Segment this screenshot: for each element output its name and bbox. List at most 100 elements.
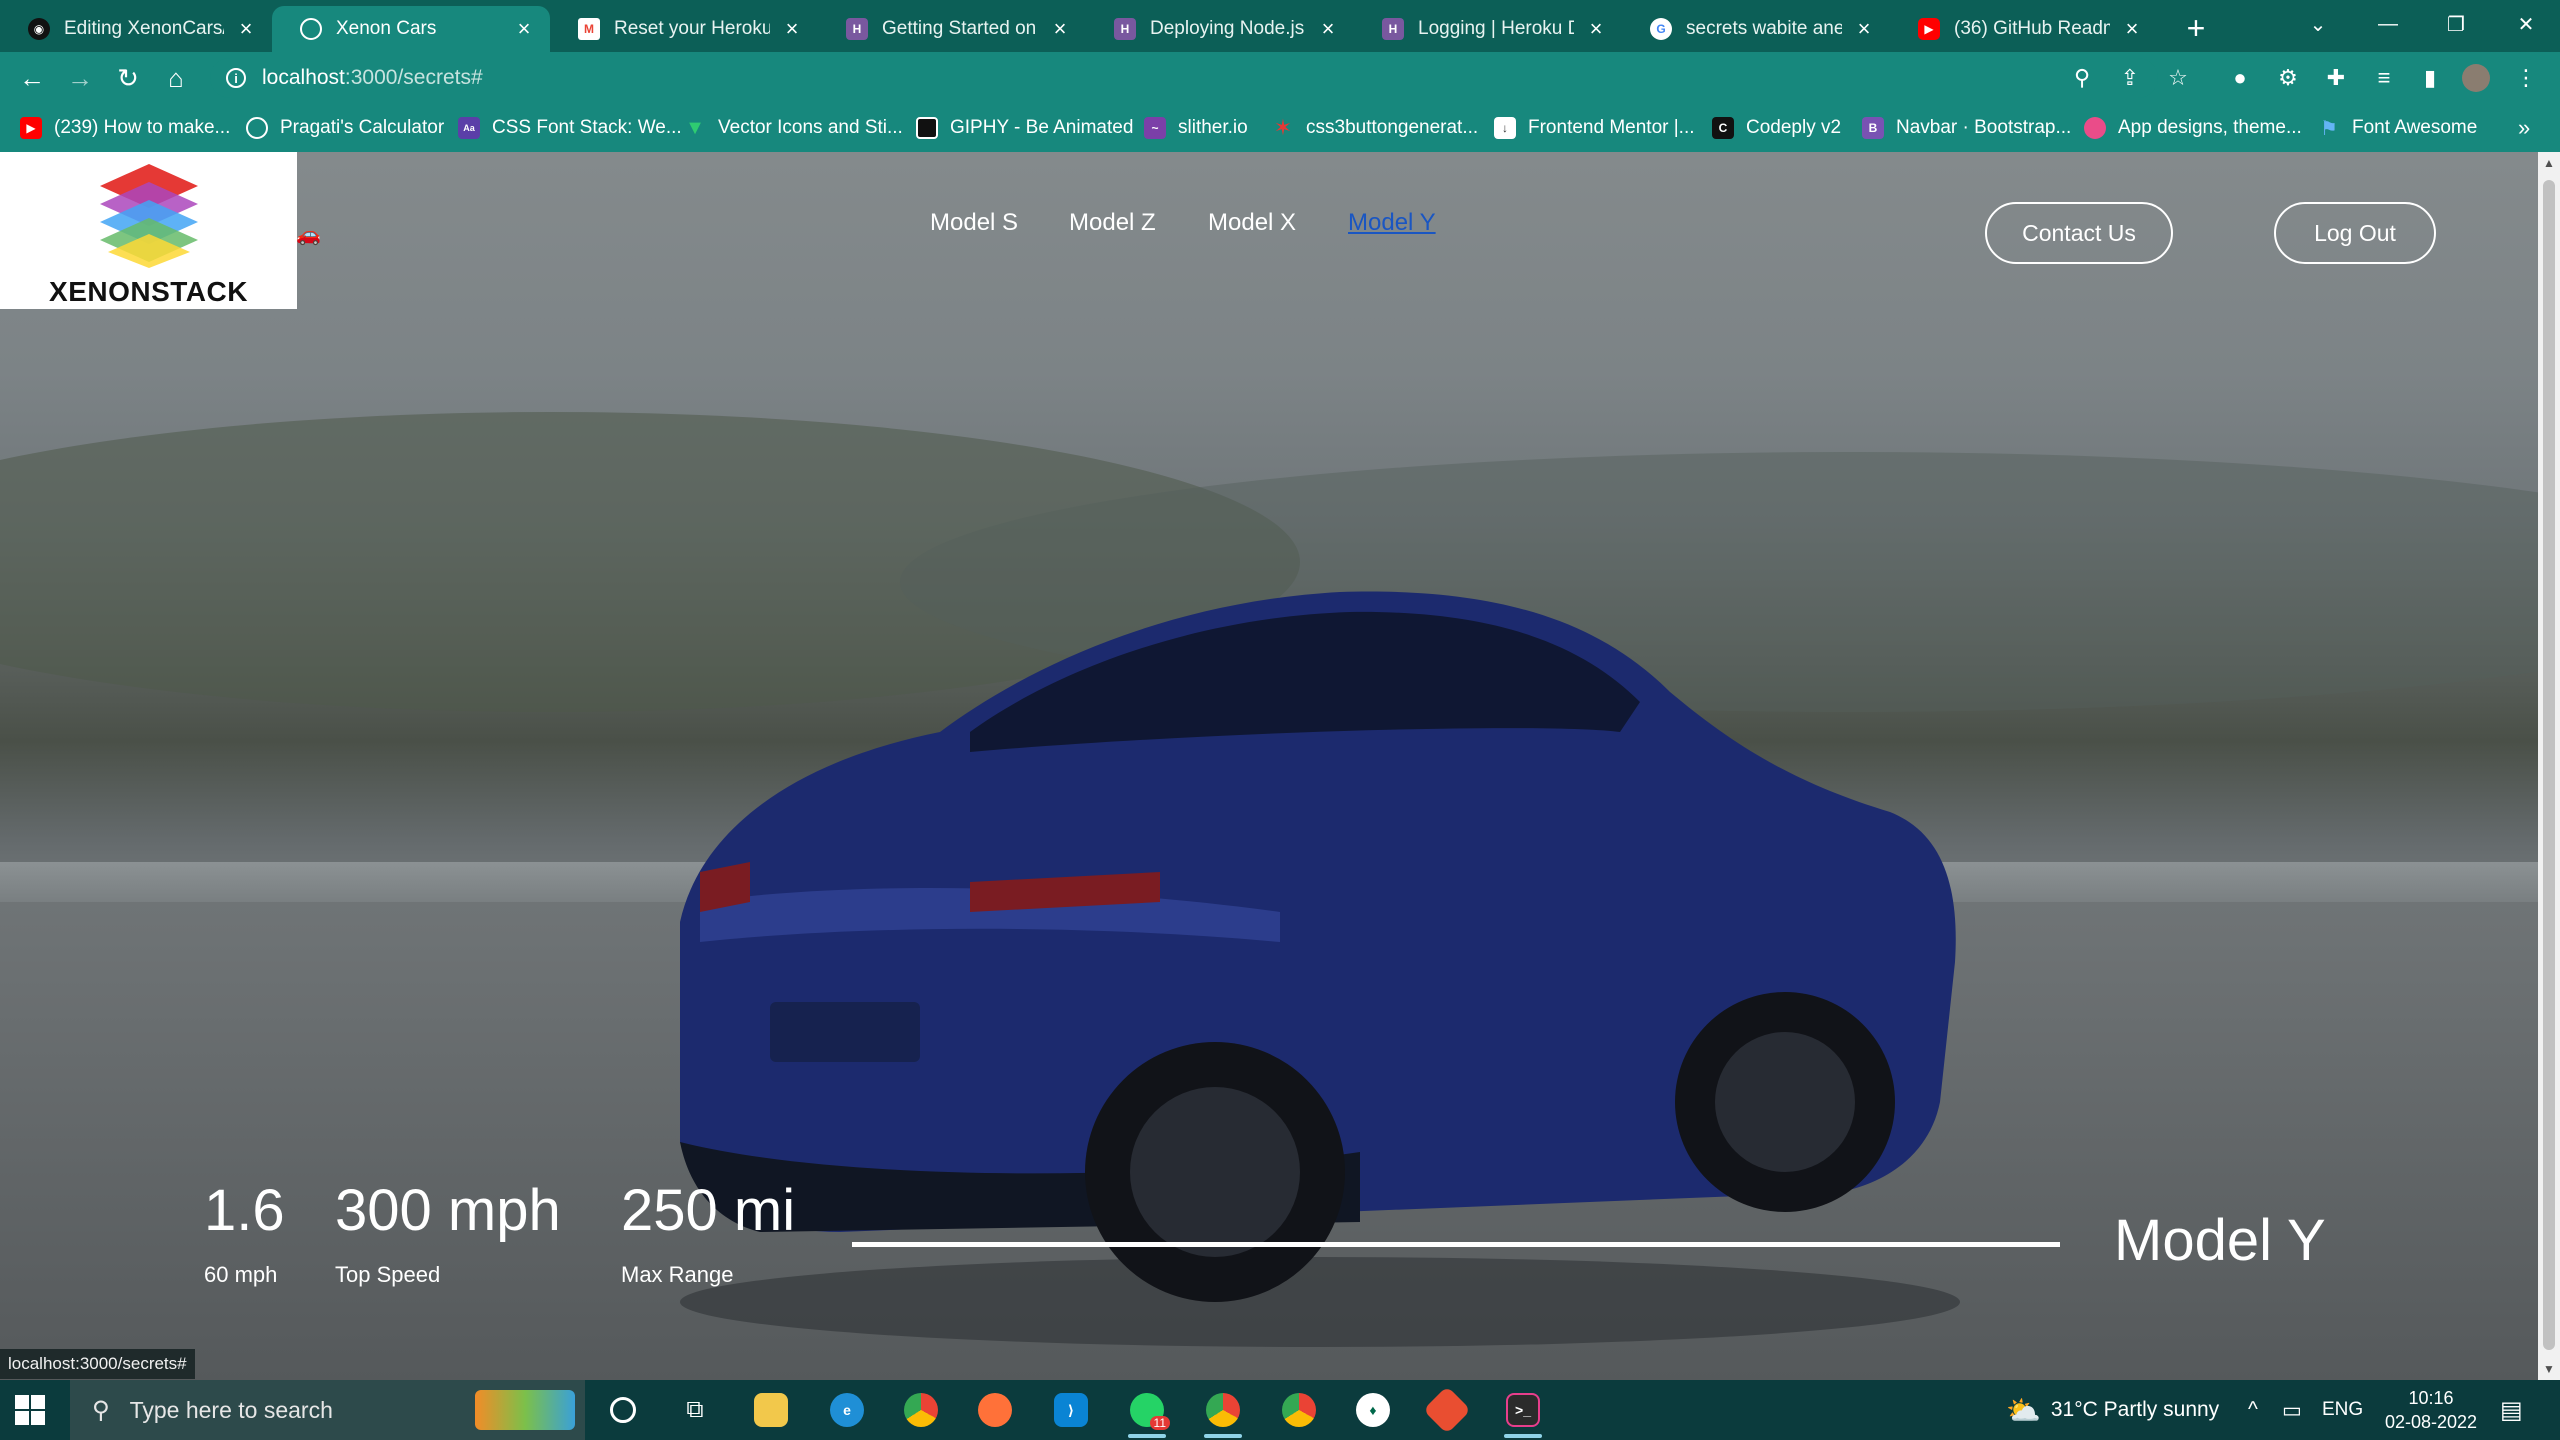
nav-model-z[interactable]: Model Z [1069,209,1156,237]
giphy-icon [916,117,938,139]
taskbar-search[interactable]: ⚲ Type here to search [70,1380,585,1440]
browser-toolbar: ← → ↻ ⌂ i localhost:3000/secrets# ⚲ ⇪ ☆ … [0,52,2560,104]
bookmark-label: Navbar · Bootstrap... [1896,117,2072,138]
chrome-icon[interactable] [892,1388,950,1432]
home-icon[interactable]: ⌂ [158,60,194,96]
close-icon[interactable]: × [1316,16,1340,41]
log-out-button[interactable]: Log Out [2274,202,2436,264]
nav-model-y[interactable]: Model Y [1348,209,1436,237]
task-view-icon[interactable]: ⧉ [666,1388,724,1432]
close-icon[interactable]: × [234,16,258,41]
restore-icon[interactable]: ❐ [2424,0,2488,48]
settings-gear-icon[interactable]: ⚙ [2272,62,2304,94]
close-icon[interactable]: × [512,16,536,41]
bookmark-item[interactable]: B Navbar · Bootstrap... [1862,114,2071,142]
slither-icon: ~ [1144,117,1166,139]
car-icon: 🚗 [296,224,321,246]
side-panel-icon[interactable]: ▮ [2414,62,2446,94]
windows-start-icon[interactable] [14,1394,46,1426]
bookmark-item[interactable]: ▼ Vector Icons and Sti... [684,114,903,142]
close-icon[interactable]: × [2120,16,2144,41]
scrollbar-thumb[interactable] [2543,180,2555,1350]
mongodb-compass-icon[interactable]: ♦ [1344,1388,1402,1432]
tab-getting-started-heroku[interactable]: H Getting Started on He × [818,6,1086,52]
new-tab-button[interactable]: + [2176,8,2216,48]
share-icon[interactable]: ⇪ [2114,62,2146,94]
close-icon[interactable]: × [1852,16,1876,41]
weather-widget[interactable]: ⛅ 31°C Partly sunny [2006,1380,2219,1440]
git-gui-icon[interactable] [1418,1385,1476,1435]
bookmark-item[interactable]: GIPHY - Be Animated [916,114,1133,142]
notifications-icon[interactable]: ▤ [2500,1380,2523,1440]
cssfontstack-icon: Aa [458,117,480,139]
extensions-puzzle-icon[interactable]: ✚ [2320,62,2352,94]
tab-google-search[interactable]: G secrets wabite anela y × [1622,6,1890,52]
nav-model-x[interactable]: Model X [1208,209,1296,237]
bookmark-item[interactable]: Aa CSS Font Stack: We... [458,114,682,142]
bookmark-item[interactable]: C Codeply v2 [1712,114,1841,142]
contact-us-button[interactable]: Contact Us [1985,202,2173,264]
tab-search-chevron-icon[interactable]: ⌄ [2286,0,2350,48]
tab-title: Editing XenonCars/RE [64,18,224,39]
bookmark-star-icon[interactable]: ☆ [2162,62,2194,94]
close-icon[interactable]: × [780,16,804,41]
extension-icon[interactable]: ● [2224,62,2256,94]
tab-title: Getting Started on He [882,18,1038,39]
nav-model-s[interactable]: Model S [930,209,1018,237]
show-hidden-icons-chevron-icon[interactable]: ^ [2248,1380,2258,1440]
close-icon[interactable]: × [1048,16,1072,41]
tab-title: Xenon Cars [336,18,437,39]
bookmark-label: App designs, theme... [2118,117,2302,138]
language-indicator[interactable]: ENG [2322,1380,2363,1440]
tab-github-readme-youtube[interactable]: ▶ (36) GitHub Readme I × [1890,6,2158,52]
globe-icon [246,117,268,139]
tab-xenon-cars[interactable]: Xenon Cars × [272,6,550,52]
cortana-icon[interactable] [594,1388,652,1432]
bookmark-item[interactable]: App designs, theme... [2084,114,2302,142]
zoom-icon[interactable]: ⚲ [2066,62,2098,94]
firefox-icon[interactable] [966,1388,1024,1432]
media-queue-icon[interactable]: ≡ [2368,62,2400,94]
bookmark-item[interactable]: Pragati's Calculator [246,114,444,142]
chrome-profile-icon[interactable] [1194,1388,1252,1438]
brand-logo[interactable]: XENONSTACK [0,152,297,309]
stat-value: 1.6 [204,1178,285,1243]
reload-icon[interactable]: ↻ [110,60,146,96]
scroll-up-icon[interactable]: ▲ [2538,152,2560,174]
whatsapp-icon[interactable]: 11 [1118,1388,1176,1438]
bookmarks-overflow-icon[interactable]: » [2518,114,2530,142]
file-explorer-icon[interactable] [742,1388,800,1432]
profile-avatar-icon[interactable] [2460,62,2492,94]
minimize-icon[interactable]: — [2356,0,2420,48]
brand-name: XENONSTACK [49,276,248,307]
scroll-down-icon[interactable]: ▼ [2538,1358,2560,1380]
window-close-icon[interactable]: ✕ [2494,0,2558,48]
address-bar[interactable]: i localhost:3000/secrets# [210,58,2158,98]
network-icon[interactable]: ▭ [2282,1380,2302,1440]
google-icon: G [1650,18,1672,40]
vscode-icon[interactable]: ⟩ [1042,1388,1100,1432]
bookmark-item[interactable]: ▶ (239) How to make... [20,114,230,142]
bookmark-item[interactable]: ✶ css3buttongenerat... [1272,114,1478,142]
cloud-sun-icon: ⛅ [2006,1394,2041,1426]
chrome-secondary-icon[interactable] [1270,1388,1328,1432]
site-info-icon[interactable]: i [226,68,246,88]
tab-editing-xenoncars[interactable]: ◉ Editing XenonCars/RE × [0,6,272,52]
page-scrollbar[interactable]: ▲ ▼ [2538,152,2560,1380]
clock[interactable]: 10:16 02-08-2022 [2376,1380,2486,1440]
edge-icon[interactable]: e [818,1388,876,1432]
heroku-icon: H [1382,18,1404,40]
tab-reset-heroku[interactable]: M Reset your Heroku pa × [550,6,818,52]
bookmark-item[interactable]: ↓ Frontend Mentor |... [1494,114,1695,142]
bookmark-item[interactable]: ~ slither.io [1144,114,1248,142]
bookmark-item[interactable]: ⚑ Font Awesome [2318,114,2477,142]
bookmark-label: GIPHY - Be Animated [950,117,1134,138]
tab-deploying-nodejs[interactable]: H Deploying Node.js Ap × [1086,6,1354,52]
back-arrow-icon[interactable]: ← [14,60,50,96]
tab-title: Deploying Node.js Ap [1150,18,1306,39]
tab-logging-heroku[interactable]: H Logging | Heroku Dev × [1354,6,1622,52]
forward-arrow-icon[interactable]: → [62,60,98,96]
menu-kebab-icon[interactable]: ⋮ [2510,62,2542,94]
terminal-icon[interactable]: >_ [1494,1388,1552,1438]
close-icon[interactable]: × [1584,16,1608,41]
